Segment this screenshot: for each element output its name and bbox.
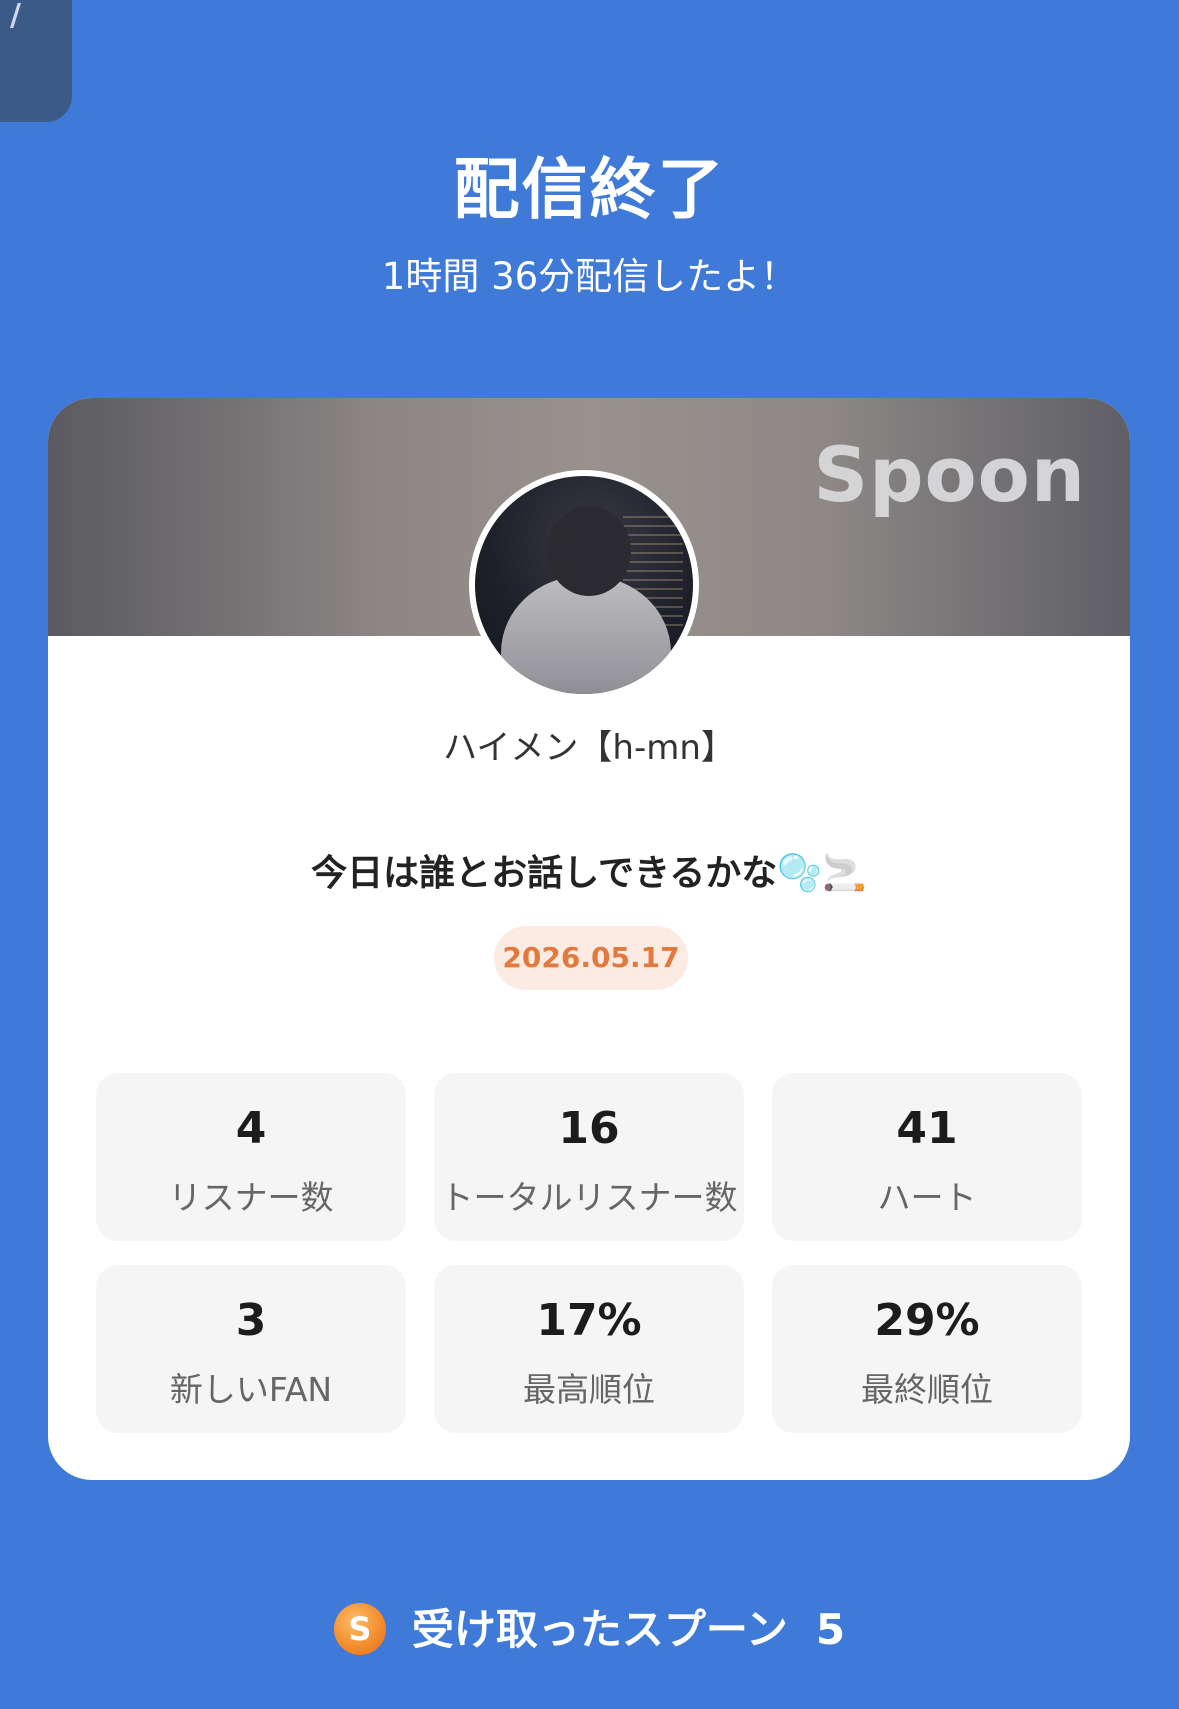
stat-label: 新しいFAN	[169, 1370, 333, 1409]
stat-highest-rank: 17% 最高順位	[434, 1265, 744, 1433]
stat-total-listeners: 16 トータルリスナー数	[434, 1073, 744, 1241]
avatar-head	[547, 506, 631, 596]
stat-final-rank: 29% 最終順位	[772, 1265, 1082, 1433]
stat-value: 41	[896, 1103, 958, 1154]
stat-value: 17%	[536, 1295, 642, 1346]
stat-label: 最高順位	[523, 1370, 655, 1409]
live-title: 今日は誰とお話しできるかな🫧🚬	[48, 844, 1130, 896]
received-count: 5	[815, 1605, 846, 1654]
broadcast-duration: 1時間 36分配信したよ！	[381, 255, 798, 298]
date-badge: 2026.05.17	[494, 926, 688, 990]
live-title-text: 今日は誰とお話しできるかな	[311, 853, 778, 894]
stat-value: 4	[235, 1103, 267, 1154]
broadcast-summary-card: Spoon ハイメン【h-mn】 今日は誰とお話しできるかな🫧🚬 2026.05…	[48, 398, 1130, 1480]
stat-value: 29%	[874, 1295, 980, 1346]
stat-new-fans: 3 新しいFAN	[96, 1265, 406, 1433]
stat-label: 最終順位	[861, 1370, 993, 1409]
stat-label: トータルリスナー数	[440, 1178, 738, 1217]
stat-value: 3	[235, 1295, 267, 1346]
stat-hearts: 41 ハート	[772, 1073, 1082, 1241]
avatar[interactable]	[469, 470, 699, 700]
stat-label: ハート	[877, 1178, 977, 1217]
username: ハイメン【h-mn】	[443, 728, 735, 768]
stat-value: 16	[558, 1103, 620, 1154]
received-label: 受け取ったスプーン	[411, 1605, 788, 1654]
spoon-coin-icon: S	[333, 1602, 386, 1655]
back-tab[interactable]: /	[0, 0, 72, 122]
page-title: 配信終了	[453, 151, 726, 228]
stat-listeners: 4 リスナー数	[96, 1073, 406, 1241]
stat-label: リスナー数	[168, 1178, 334, 1217]
live-title-emoji: 🫧🚬	[777, 853, 867, 894]
spoon-logo: Spoon	[813, 430, 1086, 519]
back-icon: /	[10, 0, 21, 33]
received-spoons: S 受け取ったスプーン 5	[0, 1596, 1179, 1659]
